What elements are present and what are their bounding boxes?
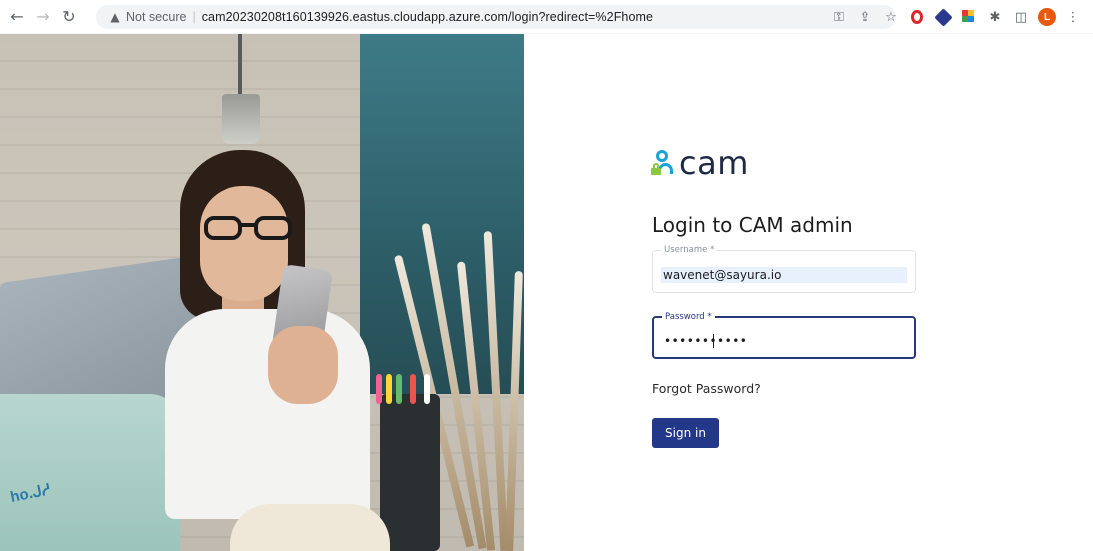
password-label: Password * [662, 312, 715, 322]
forward-icon[interactable]: → [30, 4, 56, 30]
reload-icon[interactable]: ↻ [56, 4, 82, 30]
extension-color-icon[interactable] [957, 5, 981, 29]
desk-object [230, 504, 390, 551]
menu-icon[interactable]: ⋮ [1061, 5, 1085, 29]
person-hand [268, 326, 338, 404]
profile-avatar[interactable]: L [1035, 5, 1059, 29]
separator: | [192, 10, 196, 24]
glasses [204, 216, 296, 242]
share-icon[interactable]: ⇪ [853, 5, 877, 29]
opera-icon[interactable] [905, 5, 929, 29]
username-label: Username * [661, 245, 718, 255]
lamp-cord [238, 34, 242, 98]
person-shirt [165, 309, 370, 519]
password-input[interactable] [662, 333, 908, 349]
markers [370, 364, 450, 404]
puzzle-icon[interactable]: ✱ [983, 5, 1007, 29]
username-field[interactable]: Username * [652, 245, 916, 293]
sign-in-button[interactable]: Sign in [652, 418, 719, 448]
browser-toolbar: ← → ↻ ▲ Not secure | cam20230208t1601399… [0, 0, 1093, 34]
address-bar[interactable]: ▲ Not secure | cam20230208t160139926.eas… [96, 5, 896, 29]
key-icon[interactable]: ⚿ [827, 5, 851, 29]
brand-logo: cam [651, 144, 749, 182]
pendant-lamp [222, 94, 260, 144]
url-text[interactable]: cam20230208t160139926.eastus.cloudapp.az… [202, 10, 653, 24]
user-lock-icon [651, 150, 673, 176]
toolbar-actions: ⚿ ⇪ ☆ ✱ ◫ L ⋮ [825, 5, 1085, 29]
login-title: Login to CAM admin [652, 213, 853, 237]
warning-icon[interactable]: ▲ [108, 10, 122, 24]
extension-icon[interactable] [931, 5, 955, 29]
username-input[interactable] [661, 267, 907, 283]
star-icon[interactable]: ☆ [879, 5, 903, 29]
sidepanel-icon[interactable]: ◫ [1009, 5, 1033, 29]
text-caret [713, 334, 714, 348]
hero-image: ho.ᒍᓱ [0, 34, 524, 551]
forgot-password-link[interactable]: Forgot Password? [652, 381, 761, 396]
back-icon[interactable]: ← [4, 4, 30, 30]
brand-name: cam [679, 144, 749, 182]
pen-jar [380, 394, 440, 551]
cloth [0, 394, 180, 551]
person-face [200, 186, 288, 301]
password-field[interactable]: Password * [652, 312, 916, 359]
security-label: Not secure [126, 10, 187, 24]
